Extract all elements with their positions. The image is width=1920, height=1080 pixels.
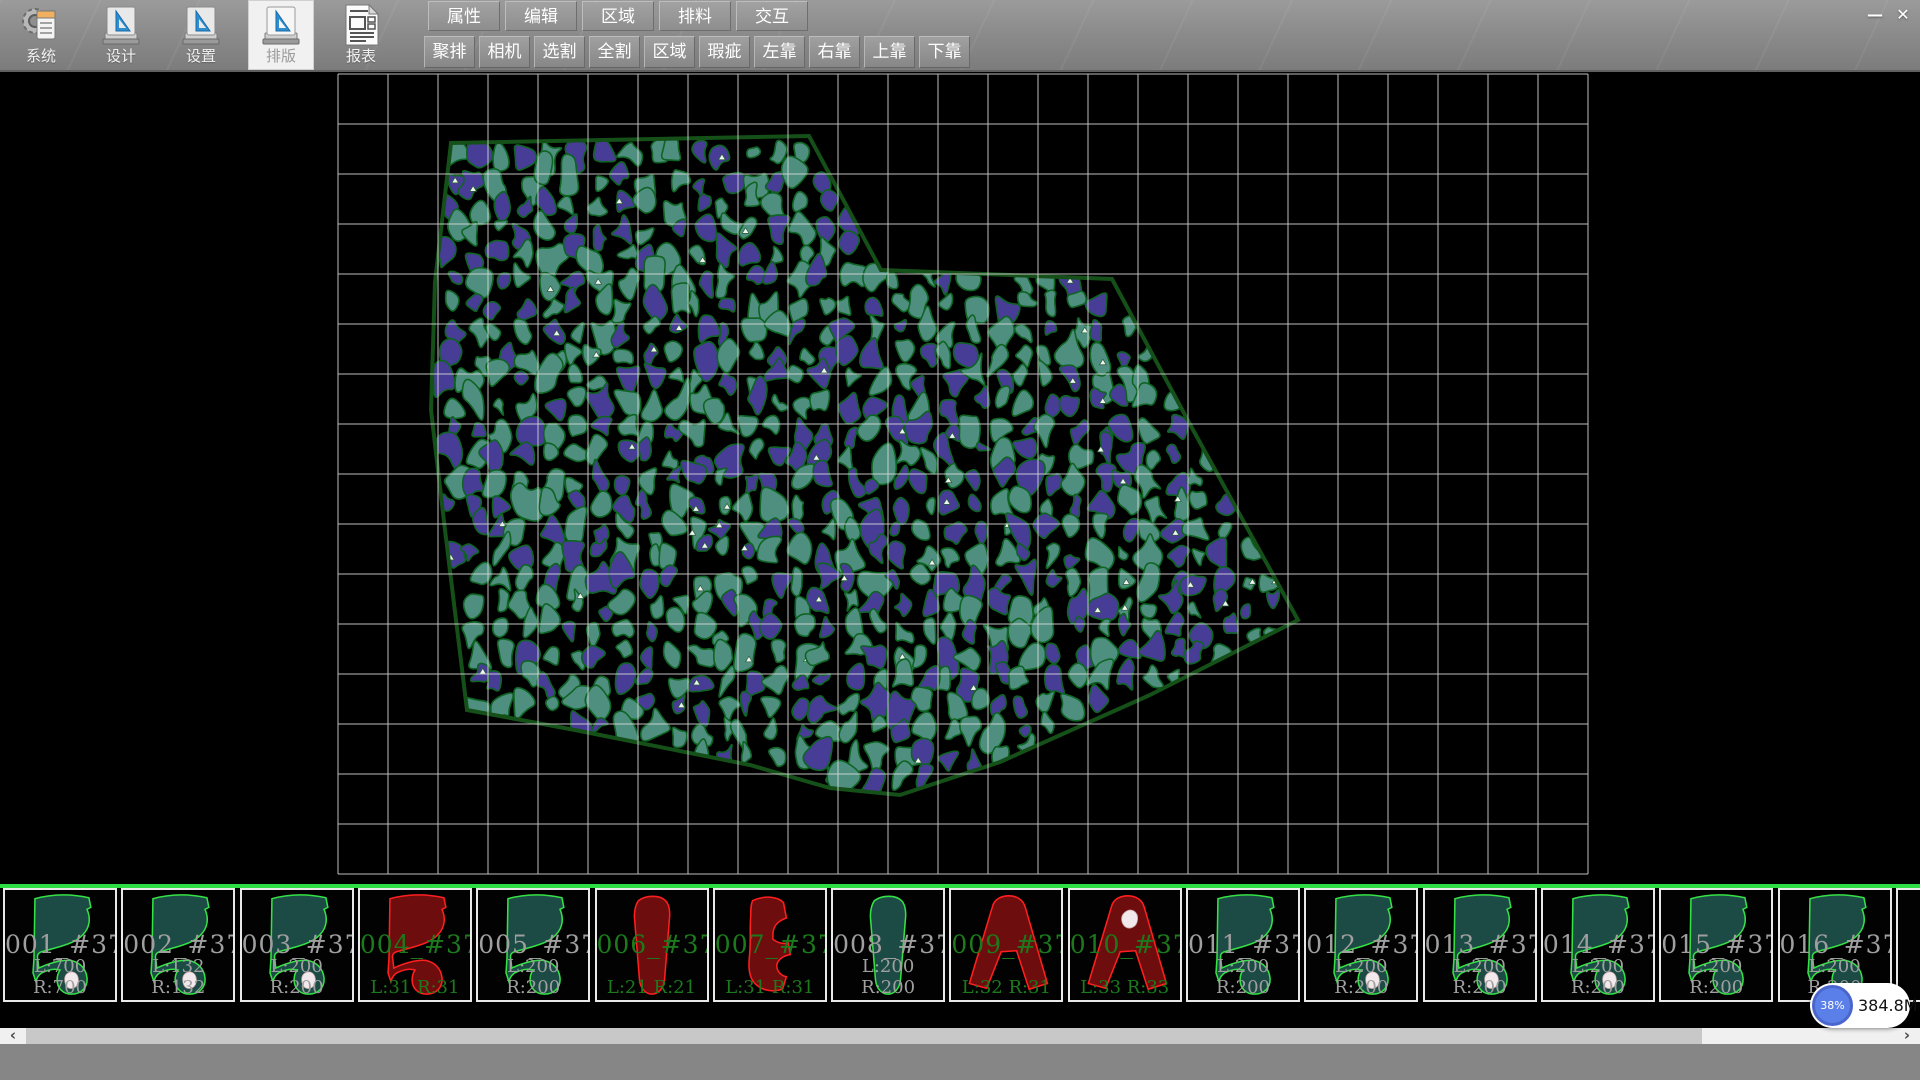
nav-button-4[interactable]: 排版 — [248, 0, 314, 70]
nav-button-label: 设置 — [168, 47, 234, 65]
part-thumbnail-2[interactable]: 002_#37L:132 R:132 — [121, 888, 235, 1002]
status-bar — [0, 1044, 1920, 1080]
close-button[interactable]: ✕ — [1892, 4, 1914, 26]
part-shape-ashape — [953, 891, 1059, 997]
part-thumbnail-strip: 001_#37L:700 R:700002_#37L:132 R:132003_… — [0, 888, 1920, 1004]
nesting-canvas-svg — [0, 72, 1920, 884]
part-thumbnail-11[interactable]: 011_#37L:200 R:200 — [1186, 888, 1300, 1002]
part-shape-boot — [1900, 891, 1920, 997]
part-thumbnail-1[interactable]: 001_#37L:700 R:700 — [3, 888, 117, 1002]
horizontal-scrollbar[interactable]: ‹ › — [0, 1028, 1920, 1044]
tool-button-3[interactable]: 选割 — [534, 36, 585, 68]
part-shape-ashape-hole — [1072, 891, 1178, 997]
layout-icon — [260, 3, 302, 47]
tool-button-4[interactable]: 全割 — [589, 36, 640, 68]
nav-button-3[interactable]: 设置 — [168, 0, 234, 70]
nav-button-label: 系统 — [8, 47, 74, 65]
nesting-canvas[interactable] — [0, 72, 1920, 884]
nested-pieces-pattern — [432, 135, 1281, 800]
part-thumbnail-4[interactable]: 004_#37L:31 R:31 — [358, 888, 472, 1002]
part-thumbnail-8[interactable]: 008_#37L:200 R:200 — [831, 888, 945, 1002]
part-shape-cshape — [717, 891, 823, 997]
toolbar: 系统设计设置排版报表 属性编辑区域排料交互 聚排相机选割全割区域瑕疵左靠右靠上靠… — [0, 0, 1920, 72]
part-shape-boot — [1663, 891, 1769, 997]
part-shape-boot-hole — [244, 891, 350, 997]
scrollbar-thumb[interactable] — [26, 1028, 1702, 1044]
part-thumbnail-9[interactable]: 009_#37L:32 R:31 — [949, 888, 1063, 1002]
part-shape-slab — [599, 891, 705, 997]
tool-button-9[interactable]: 上靠 — [864, 36, 915, 68]
part-thumbnail-5[interactable]: 005_#37L:200 R:200 — [476, 888, 590, 1002]
nav-button-5[interactable]: 报表 — [328, 0, 394, 70]
memory-value: 384.8M — [1858, 983, 1918, 1028]
part-thumbnail-3[interactable]: 003_#37L:200 R:200 — [240, 888, 354, 1002]
part-shape-boot-hole — [1427, 891, 1533, 997]
tool-button-2[interactable]: 相机 — [479, 36, 530, 68]
nav-button-2[interactable]: 设计 — [88, 0, 154, 70]
part-thumbnail-14[interactable]: 014_#37L:200 R:200 — [1541, 888, 1655, 1002]
settings-icon — [180, 3, 222, 47]
scroll-left-arrow-icon[interactable]: ‹ — [0, 1028, 26, 1044]
part-thumbnail-10[interactable]: 010_#37L:33 R:33 — [1068, 888, 1182, 1002]
tool-button-1[interactable]: 聚排 — [424, 36, 475, 68]
part-thumbnail-6[interactable]: 006_#37L:21 R:21 — [595, 888, 709, 1002]
nav-button-label: 报表 — [328, 47, 394, 65]
tool-button-6[interactable]: 瑕疵 — [699, 36, 750, 68]
part-shape-boot — [1782, 891, 1888, 997]
part-shape-boot — [480, 891, 586, 997]
part-shape-slab — [835, 891, 941, 997]
memory-percent-badge: 38% — [1812, 985, 1853, 1026]
menu-item-3[interactable]: 区域 — [582, 1, 654, 31]
tool-button-8[interactable]: 右靠 — [809, 36, 860, 68]
part-thumbnail-7[interactable]: 007_#37L:31 R:31 — [713, 888, 827, 1002]
window-controls: — ✕ — [1864, 4, 1914, 26]
part-thumbnail-13[interactable]: 013_#37L:200 R:200 — [1423, 888, 1537, 1002]
part-shape-boot — [362, 891, 468, 997]
app-window: 系统设计设置排版报表 属性编辑区域排料交互 聚排相机选割全割区域瑕疵左靠右靠上靠… — [0, 0, 1920, 1080]
tool-button-5[interactable]: 区域 — [644, 36, 695, 68]
part-thumbnail-12[interactable]: 012_#37L:200 R:200 — [1304, 888, 1418, 1002]
part-shape-boot-hole — [1545, 891, 1651, 997]
system-icon — [20, 3, 62, 47]
nav-button-label: 设计 — [88, 47, 154, 65]
menu-item-5[interactable]: 交互 — [736, 1, 808, 31]
minimize-button[interactable]: — — [1864, 4, 1886, 26]
tool-button-10[interactable]: 下靠 — [919, 36, 970, 68]
menu-item-4[interactable]: 排料 — [659, 1, 731, 31]
memory-status-pill: 38% 384.8M — [1810, 983, 1910, 1028]
scroll-right-arrow-icon[interactable]: › — [1894, 1028, 1920, 1044]
nav-button-1[interactable]: 系统 — [8, 0, 74, 70]
design-icon — [100, 3, 142, 47]
nav-button-label: 排版 — [248, 47, 314, 65]
report-icon — [340, 3, 382, 47]
part-shape-boot-hole — [125, 891, 231, 997]
menu-item-1[interactable]: 属性 — [428, 1, 500, 31]
part-thumbnail-15[interactable]: 015_#37L:200 R:200 — [1659, 888, 1773, 1002]
part-shape-boot — [1190, 891, 1296, 997]
part-shape-boot-hole — [1308, 891, 1414, 997]
tool-button-7[interactable]: 左靠 — [754, 36, 805, 68]
part-shape-boot-hole — [7, 891, 113, 997]
menu-item-2[interactable]: 编辑 — [505, 1, 577, 31]
